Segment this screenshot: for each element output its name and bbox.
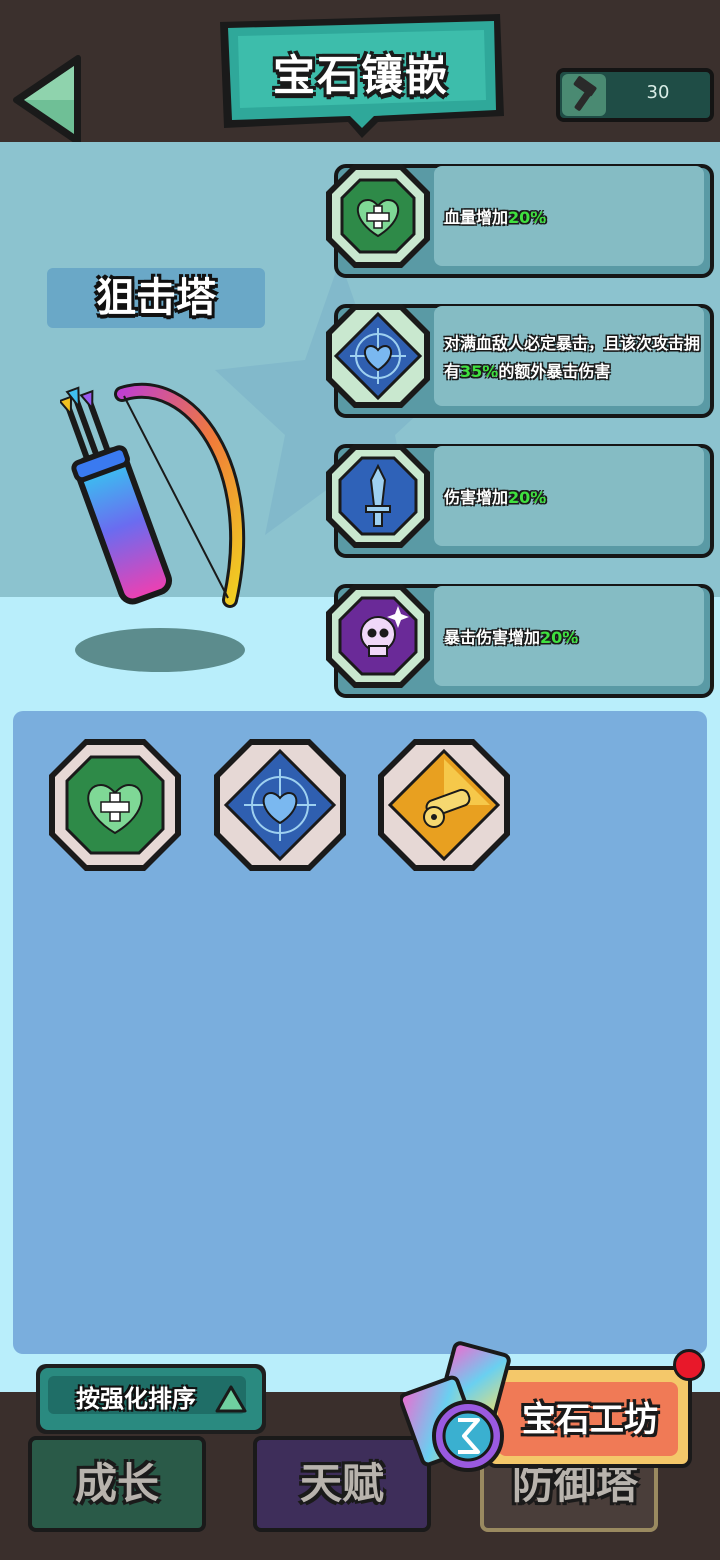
blue-broken-heart-gem-icon — [326, 304, 430, 408]
gem-slot-3-desc: 伤害增加20% — [444, 488, 547, 507]
notification-badge — [673, 1349, 705, 1381]
gold-cannon-gem-icon[interactable] — [374, 735, 514, 875]
currency-value: 30 — [646, 82, 670, 103]
bow-quiver-image — [60, 382, 246, 608]
gem-slot-2-desc: 对满血敌人必定暴击，且该次攻击拥有35%的额外暴击伤害 — [444, 334, 701, 381]
blue-broken-heart-gem-icon[interactable] — [210, 735, 350, 875]
currency-display: 30 — [556, 68, 714, 122]
gem-slot-3[interactable]: 伤害增加20% — [322, 440, 714, 558]
gem-slot-1[interactable]: 血量增加20% — [322, 160, 714, 278]
hammer-icon — [562, 74, 606, 116]
gem-slot-4-desc: 暴击伤害增加20% — [444, 628, 579, 647]
green-heart-gem-icon — [326, 164, 430, 268]
tab-growth-label: 成长 — [74, 1459, 159, 1508]
gem-workshop-label: 宝石工坊 — [522, 1400, 658, 1440]
tower-name: 狙击塔 — [96, 275, 216, 321]
tower-shadow — [75, 628, 245, 672]
triangle-up-icon — [215, 1385, 247, 1413]
green-heart-gem-icon[interactable] — [45, 735, 185, 875]
back-arrow-icon[interactable] — [8, 52, 84, 148]
purple-skull-gem-icon — [326, 584, 430, 688]
gem-slot-2[interactable]: 对满血敌人必定暴击，且该次攻击拥有35%的额外暴击伤害 — [322, 300, 714, 418]
sort-button-label: 按强化排序 — [76, 1385, 196, 1413]
gem-slot-4[interactable]: 暴击伤害增加20% — [322, 580, 714, 698]
blue-sword-gem-icon — [326, 444, 430, 548]
workshop-gems-icon — [400, 1341, 511, 1472]
page-title: 宝石镶嵌 — [272, 51, 449, 100]
gem-slot-1-desc: 血量增加20% — [444, 208, 547, 227]
